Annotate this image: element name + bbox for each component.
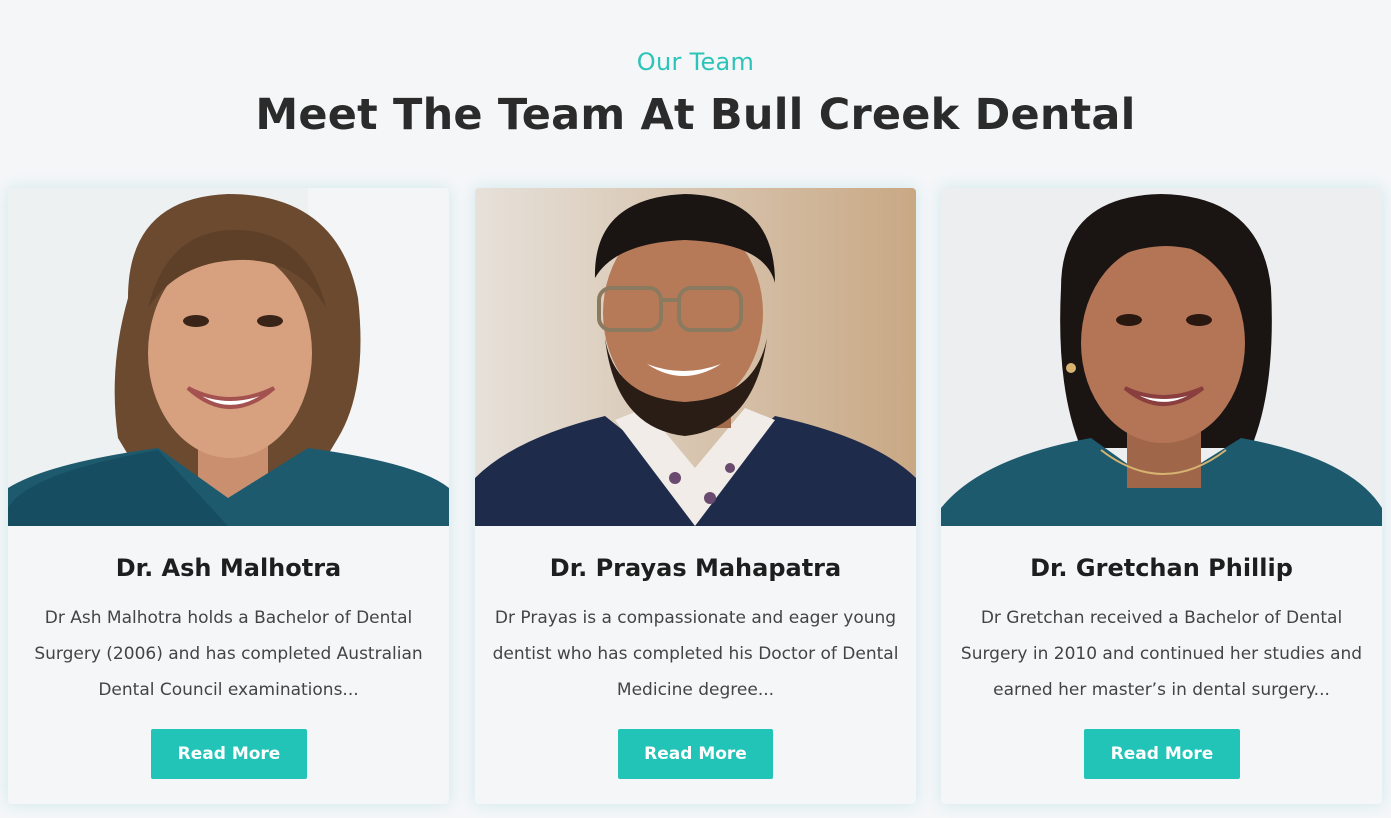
team-card-prayas-mahapatra: Dr. Prayas Mahapatra Dr Prayas is a comp… bbox=[475, 188, 916, 804]
team-member-name: Dr. Gretchan Phillip bbox=[1030, 554, 1293, 582]
team-photo-illustration bbox=[475, 188, 916, 526]
team-photo-illustration bbox=[941, 188, 1382, 526]
team-photo bbox=[475, 188, 916, 526]
read-more-button[interactable]: Read More bbox=[1084, 729, 1240, 779]
read-more-button[interactable]: Read More bbox=[618, 729, 773, 779]
team-member-description: Dr Gretchan received a Bachelor of Denta… bbox=[960, 608, 1363, 700]
section-eyebrow: Our Team bbox=[636, 48, 755, 76]
team-member-name: Dr. Ash Malhotra bbox=[115, 554, 342, 582]
team-member-description: Dr Prayas is a compassionate and eager y… bbox=[492, 608, 899, 700]
team-photo bbox=[8, 188, 449, 526]
team-photo bbox=[941, 188, 1382, 526]
team-photo-illustration bbox=[8, 188, 449, 526]
team-card-gretchan-phillip: Dr. Gretchan Phillip Dr Gretchan receive… bbox=[941, 188, 1382, 804]
section-title: Meet The Team At Bull Creek Dental bbox=[255, 90, 1136, 140]
read-more-button[interactable]: Read More bbox=[151, 729, 307, 779]
team-member-name: Dr. Prayas Mahapatra bbox=[549, 554, 842, 582]
team-member-description: Dr Ash Malhotra holds a Bachelor of Dent… bbox=[34, 608, 423, 700]
team-card-ash-malhotra: Dr. Ash Malhotra Dr Ash Malhotra holds a… bbox=[8, 188, 449, 804]
